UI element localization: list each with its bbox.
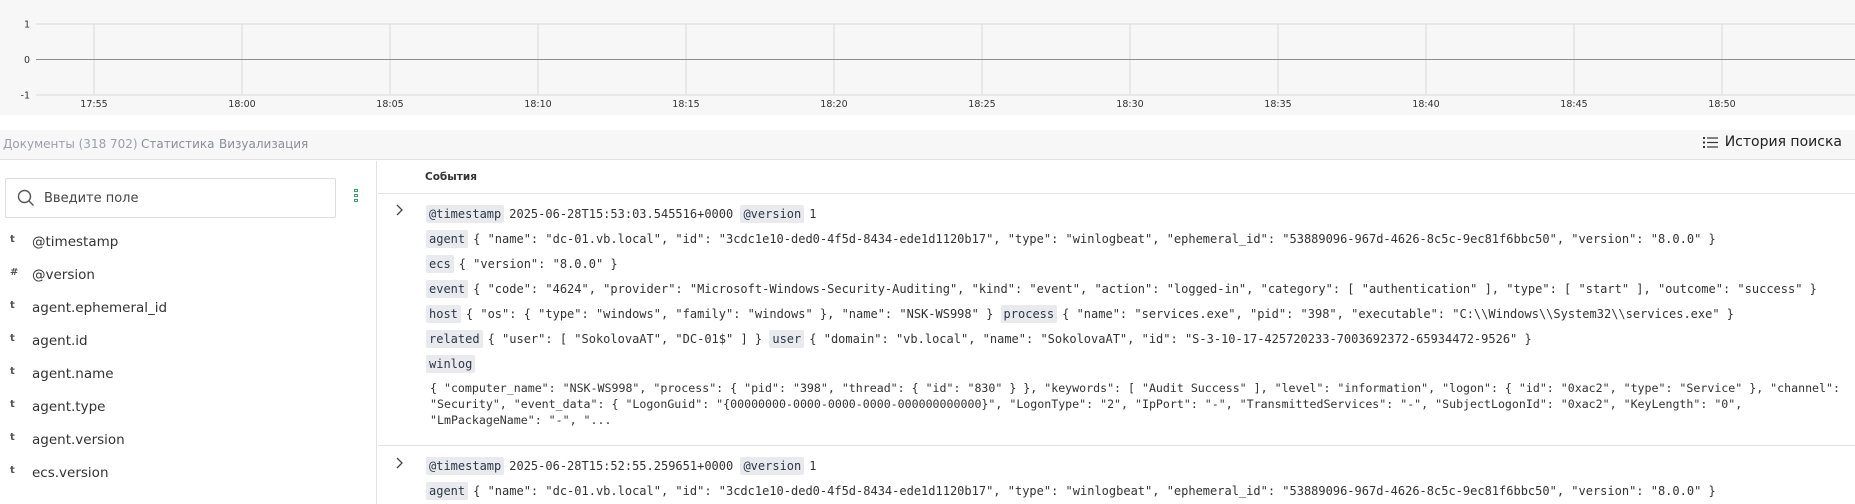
x-tick-label: 18:10	[524, 99, 551, 110]
field-key-chip[interactable]: @timestamp	[426, 457, 505, 475]
field-item-agent-ephemeral-id[interactable]: t agent.ephemeral_id	[0, 296, 376, 329]
field-value: { "os": { "type": "windows", "family": "…	[465, 307, 994, 321]
x-tick-label: 18:45	[1560, 99, 1587, 110]
field-name: @timestamp	[32, 234, 119, 250]
field-item-agent-name[interactable]: t agent.name	[0, 362, 376, 395]
events-header: События	[378, 161, 1855, 194]
field-name: @version	[32, 267, 95, 283]
field-item-timestamp[interactable]: t @timestamp	[0, 230, 376, 263]
field-key-chip[interactable]: @version	[740, 205, 805, 223]
field-key-chip[interactable]: related	[426, 330, 483, 348]
field-name: agent.ephemeral_id	[32, 300, 168, 316]
field-name: agent.id	[32, 333, 88, 349]
x-tick-label: 18:25	[968, 99, 995, 110]
field-type-icon: t	[10, 366, 15, 377]
x-tick-label: 18:40	[1412, 99, 1439, 110]
y-tick-label: 0	[24, 55, 30, 66]
field-item-agent-id[interactable]: t agent.id	[0, 329, 376, 362]
events-header-label: События	[425, 171, 477, 183]
field-item-version[interactable]: # @version	[0, 263, 376, 296]
fields-sidebar: t @timestamp # @version t agent.ephemera…	[0, 161, 377, 504]
field-type-icon: t	[10, 432, 15, 443]
chevron-right-icon[interactable]	[392, 202, 408, 218]
x-tick-label: 18:50	[1708, 99, 1735, 110]
x-tick-label: 18:05	[376, 99, 403, 110]
field-name: agent.version	[32, 432, 125, 448]
results-tabs-bar: Документы (318 702) Статистика Визуализа…	[0, 130, 1855, 160]
field-search-input[interactable]	[44, 188, 324, 208]
field-value: 2025-06-28T15:52:55.259651+0000	[509, 459, 734, 473]
field-value: { "domain": "vb.local", "name": "Sokolov…	[809, 332, 1532, 346]
field-key-chip[interactable]: agent	[426, 230, 469, 248]
field-key-chip[interactable]: agent	[426, 482, 469, 500]
event-line: related { "user": [ "SokolovaAT", "DC-01$…	[426, 330, 1532, 348]
field-item-agent-version[interactable]: t agent.version	[0, 428, 376, 461]
event-line: event { "code": "4624", "provider": "Micr…	[426, 280, 1817, 298]
field-name: ecs.version	[32, 465, 109, 481]
x-tick-label: 18:20	[820, 99, 847, 110]
field-value: { "version": "8.0.0" }	[458, 257, 618, 271]
field-key-chip[interactable]: host	[426, 305, 461, 323]
event-line: ecs { "version": "8.0.0" }	[426, 255, 618, 273]
event-line: @timestamp 2025-06-28T15:53:03.545516+000…	[426, 205, 816, 223]
field-value: 2025-06-28T15:53:03.545516+0000	[509, 207, 734, 221]
chevron-right-icon[interactable]	[392, 455, 408, 471]
event-line: agent { "name": "dc-01.vb.local", "id": "…	[426, 230, 1716, 248]
field-search-box[interactable]	[5, 178, 336, 218]
field-key-chip[interactable]: winlog	[426, 355, 476, 373]
field-value: { "name": "dc-01.vb.local", "id": "3cdc1…	[473, 232, 1716, 246]
y-tick-label: 1	[24, 20, 30, 31]
tab-visualization[interactable]: Визуализация	[219, 137, 308, 151]
field-item-ecs-version[interactable]: t ecs.version	[0, 461, 376, 494]
x-tick-label: 18:15	[672, 99, 699, 110]
field-type-icon: t	[10, 333, 15, 344]
x-tick-label: 18:30	[1116, 99, 1143, 110]
search-icon	[17, 189, 35, 211]
timeline-chart-svg: 17:55 18:00 18:05 18:10 18:15 18:20 18:25 18:30…	[21, 20, 1855, 110]
field-value: 1	[809, 459, 817, 473]
event-line: @timestamp 2025-06-28T15:52:55.259651+000…	[426, 457, 816, 475]
list-icon	[1702, 136, 1718, 149]
timeline-chart: 17:55 18:00 18:05 18:10 18:15 18:20 18:25 18:30…	[0, 0, 1855, 115]
columns-toggle-icon[interactable]	[353, 189, 361, 206]
tab-documents[interactable]: Документы (318 702)	[3, 137, 138, 151]
field-type-icon: t	[10, 399, 15, 410]
x-tick-label: 18:00	[228, 99, 255, 110]
x-tick-label: 18:35	[1264, 99, 1291, 110]
field-type-icon: t	[10, 234, 15, 245]
event-row: @timestamp 2025-06-28T15:53:03.545516+000…	[378, 194, 1855, 446]
field-type-icon: t	[10, 465, 15, 476]
field-type-icon: t	[10, 300, 15, 311]
winlog-value: { "computer_name": "NSK-WS998", "process…	[430, 381, 1840, 427]
field-value: { "code": "4624", "provider": "Microsoft…	[473, 282, 1817, 296]
field-key-chip[interactable]: event	[426, 280, 469, 298]
tab-statistics[interactable]: Статистика	[141, 137, 215, 151]
events-panel: События @timestamp 2025-06-28T15:53:03.54…	[378, 161, 1855, 504]
field-item-agent-type[interactable]: t agent.type	[0, 395, 376, 428]
field-value: { "name": "dc-01.vb.local", "id": "3cdc1…	[473, 484, 1716, 498]
field-value: { "user": [ "SokolovaAT", "DC-01$" ] }	[487, 332, 763, 346]
field-key-chip[interactable]: @version	[740, 457, 805, 475]
field-value: 1	[809, 207, 817, 221]
event-line: winlog	[426, 355, 480, 373]
field-name: agent.name	[32, 366, 114, 382]
field-key-chip[interactable]: ecs	[426, 255, 454, 273]
search-history-label: История поиска	[1724, 134, 1842, 150]
event-row: @timestamp 2025-06-28T15:52:55.259651+000…	[378, 447, 1855, 504]
y-tick-label: -1	[21, 91, 30, 102]
field-value: { "name": "services.exe", "pid": "398", …	[1062, 307, 1735, 321]
event-line: agent { "name": "dc-01.vb.local", "id": "…	[426, 482, 1716, 500]
search-history-button[interactable]: История поиска	[1702, 134, 1842, 150]
x-tick-label: 17:55	[80, 99, 107, 110]
field-key-chip[interactable]: @timestamp	[426, 205, 505, 223]
field-key-chip[interactable]: process	[1000, 305, 1058, 323]
event-line: host { "os": { "type": "windows", "family…	[426, 305, 1734, 323]
field-list: t @timestamp # @version t agent.ephemera…	[0, 230, 376, 494]
field-name: agent.type	[32, 399, 106, 415]
field-key-chip[interactable]: user	[769, 330, 805, 348]
field-type-icon: #	[10, 267, 19, 278]
